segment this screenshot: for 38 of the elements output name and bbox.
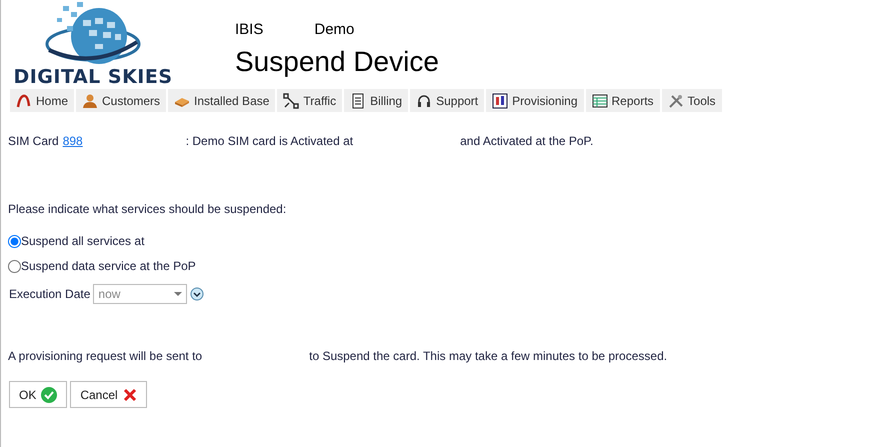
- nav-tab[interactable]: Traffic: [277, 89, 342, 112]
- notice-text: A provisioning request will be sent to: [8, 349, 202, 363]
- nav-tab[interactable]: Support: [410, 89, 484, 112]
- radio-button[interactable]: [8, 260, 21, 272]
- ok-button[interactable]: OK: [9, 381, 68, 408]
- page-title: Suspend Device: [235, 46, 439, 78]
- status-text: and Activated at the PoP.: [460, 134, 594, 148]
- status-label: SIM Card: [8, 134, 59, 148]
- cancel-button[interactable]: Cancel: [70, 381, 147, 408]
- check-icon: [41, 386, 58, 402]
- calendar-button-icon[interactable]: [190, 287, 204, 301]
- tools-icon: [668, 92, 684, 108]
- date-dropdown[interactable]: now: [93, 284, 188, 304]
- sim-card-link[interactable]: 898: [62, 134, 83, 148]
- notice-text: to Suspend the card. This may take a few minutes to be processed.: [309, 349, 668, 363]
- app-name: IBIS: [235, 21, 264, 38]
- instruction-text: Please indicate what services should be suspended:: [8, 202, 286, 216]
- nav-tab[interactable]: Customers: [76, 89, 166, 112]
- nav-tab[interactable]: Tools: [662, 89, 722, 112]
- nav-tab[interactable]: Installed Base: [168, 89, 276, 112]
- document-icon: [350, 92, 366, 108]
- nav-tab[interactable]: Home: [10, 89, 74, 112]
- person-icon: [82, 92, 98, 108]
- logo-text: DIGITAL SKIES: [13, 66, 173, 88]
- headset-icon: [416, 92, 432, 108]
- nav-tab[interactable]: Reports: [586, 89, 660, 112]
- nav-tab[interactable]: Billing: [344, 89, 408, 112]
- nav-tab[interactable]: Provisioning: [486, 89, 584, 112]
- table-icon: [592, 92, 608, 108]
- arch-icon: [16, 92, 32, 108]
- execution-date-label: Execution Date: [9, 287, 90, 301]
- chart-icon: [492, 92, 508, 108]
- tenant-name: Demo: [314, 21, 354, 38]
- radio-button[interactable]: [8, 234, 21, 248]
- option-label: Suspend data service at the PoP: [21, 259, 196, 273]
- option-label: Suspend all services at: [21, 234, 144, 248]
- status-text: : Demo SIM card is Activated at: [186, 134, 354, 148]
- close-icon: [122, 388, 137, 402]
